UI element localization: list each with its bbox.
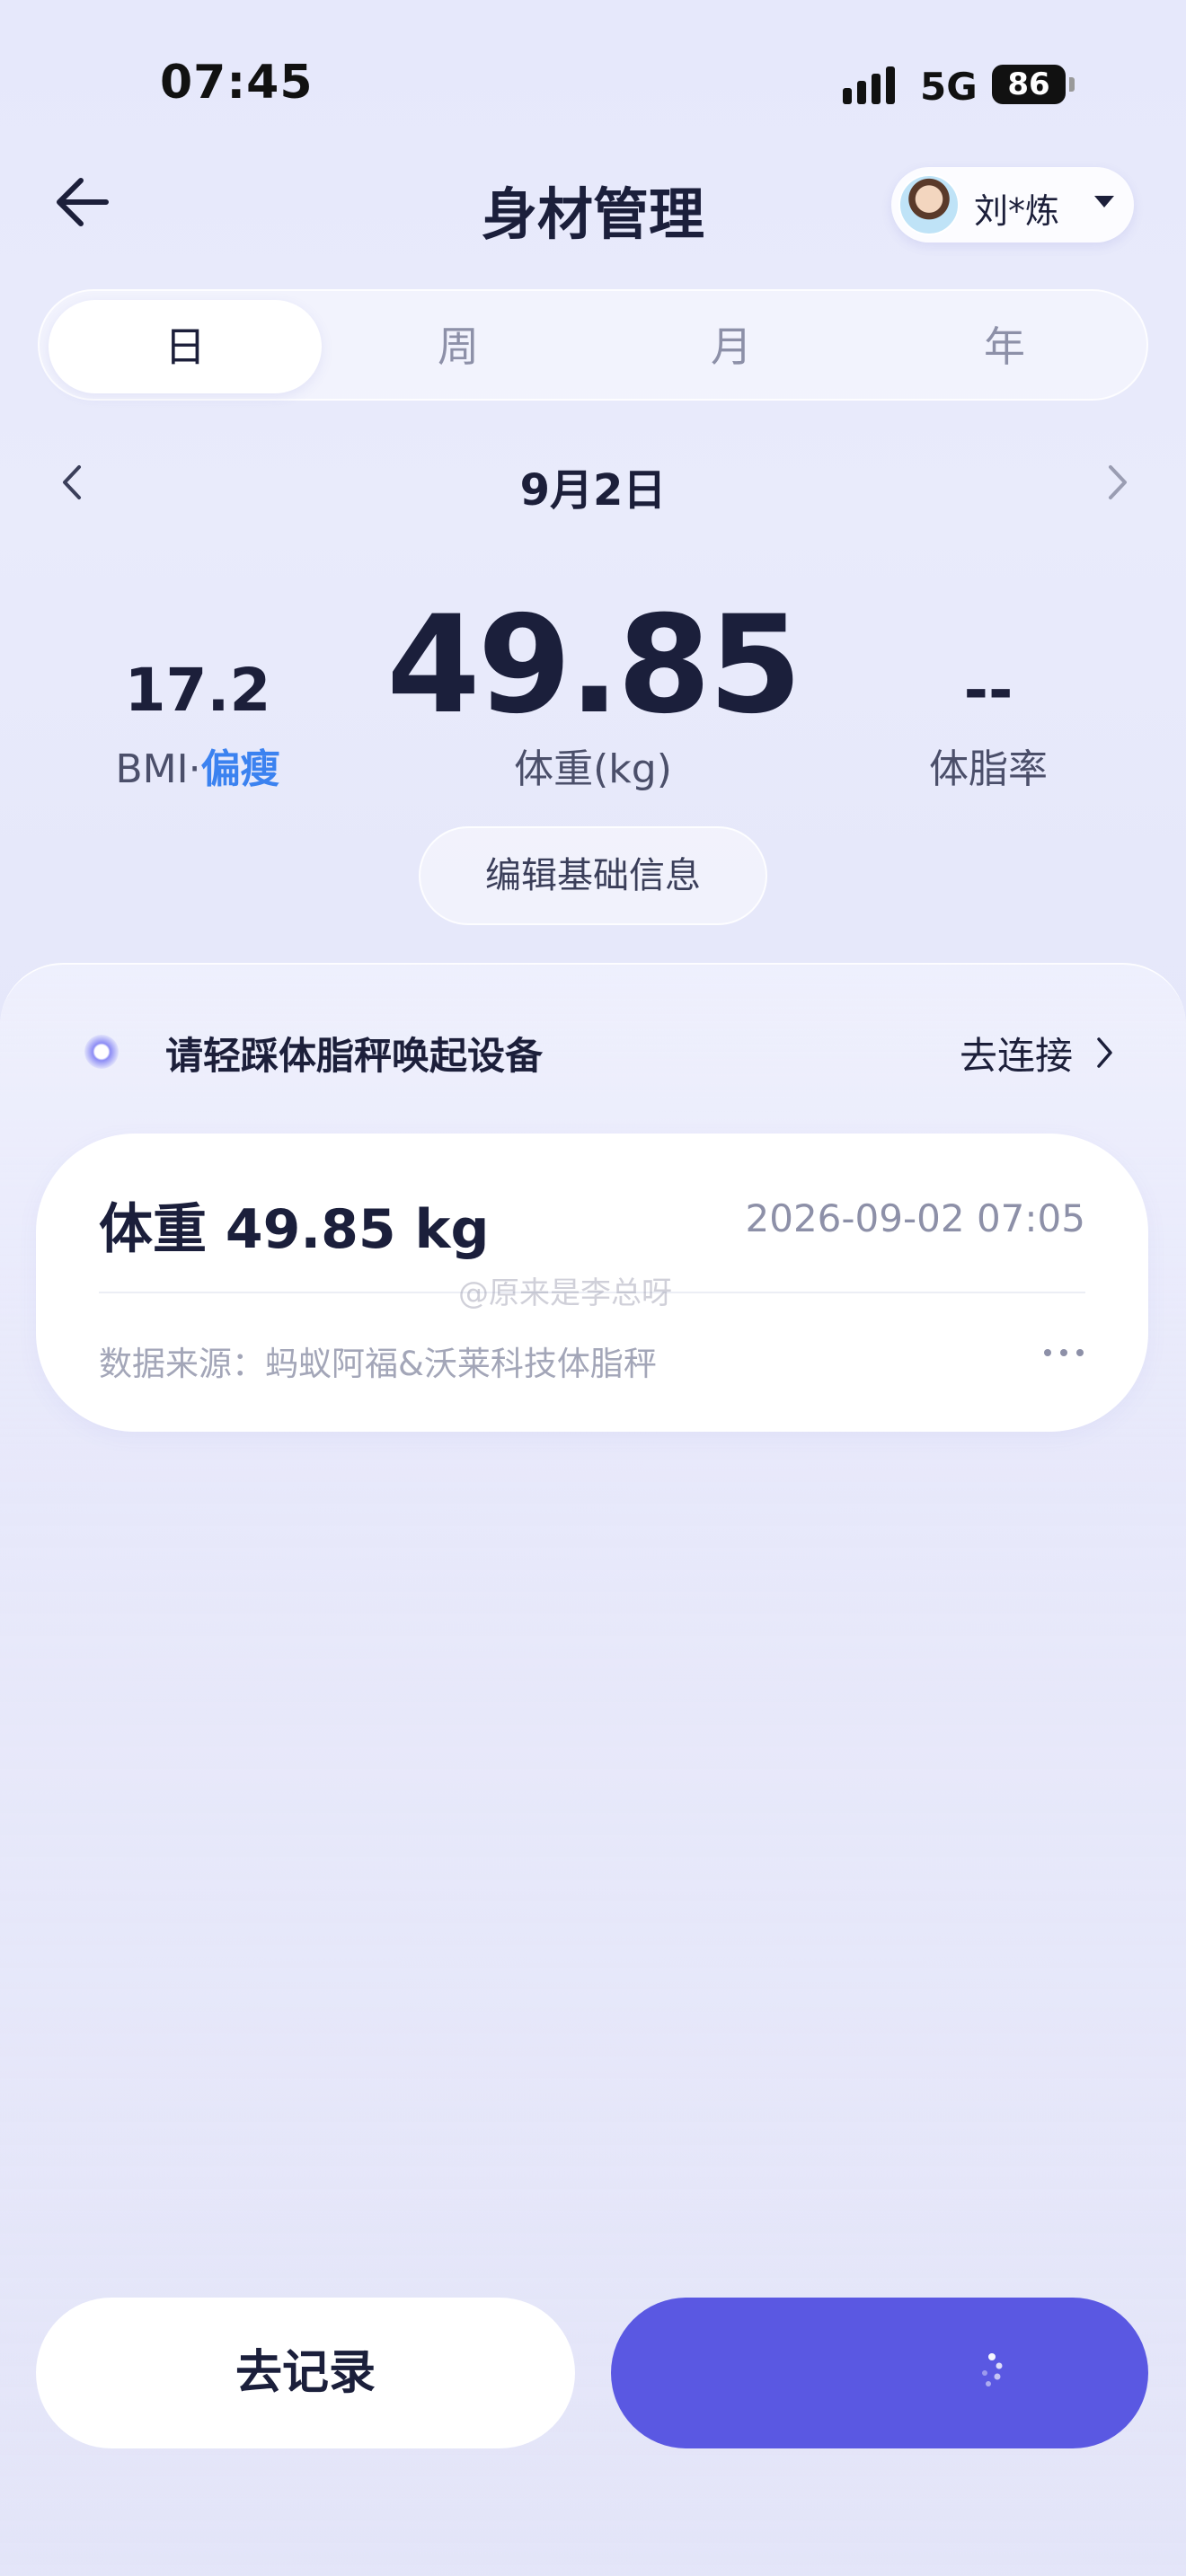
record-source: 数据来源：蚂蚁阿福&沃莱科技体脂秤 [99, 1345, 657, 1383]
tab-month[interactable]: 月 [595, 300, 868, 393]
watermark: @原来是李总呀 [458, 1275, 672, 1311]
battery-icon: 86 [992, 65, 1066, 104]
user-name: 刘*炼 [974, 191, 1060, 231]
connect-link[interactable]: 去连接 [960, 1026, 1073, 1081]
signal-icon [843, 66, 900, 104]
network-type: 5G [920, 65, 978, 109]
primary-action-button[interactable] [611, 2298, 1148, 2448]
device-pulse-icon [84, 1035, 119, 1069]
current-date: 9月2日 [519, 465, 667, 516]
tab-year[interactable]: 年 [868, 300, 1141, 393]
device-hint: 请轻踩体脂秤唤起设备 [165, 1034, 544, 1078]
caret-down-icon [1094, 196, 1114, 207]
tab-day[interactable]: 日 [49, 300, 322, 393]
edit-basic-info-button[interactable]: 编辑基础信息 [419, 826, 767, 925]
chevron-right-icon[interactable] [1094, 1035, 1116, 1071]
period-tabs: 日 周 月 年 [38, 289, 1148, 401]
body-fat-value: -- [963, 656, 1013, 725]
record-weight: 体重 49.85 kg [99, 1198, 490, 1261]
status-bar: 07:45 5G 86 [0, 0, 1186, 171]
tab-week[interactable]: 周 [322, 300, 595, 393]
more-icon[interactable] [1044, 1345, 1084, 1360]
body-fat-label: 体脂率 [929, 746, 1048, 792]
battery-tip [1069, 77, 1075, 92]
battery-level: 86 [1007, 66, 1050, 102]
avatar [898, 174, 960, 235]
go-record-button[interactable]: 去记录 [36, 2298, 575, 2448]
chevron-right-icon [1109, 465, 1127, 499]
status-time: 07:45 [160, 56, 314, 110]
next-date-button[interactable] [1100, 460, 1136, 505]
loading-spinner-icon [982, 2353, 1003, 2386]
record-time: 2026-09-02 07:05 [745, 1196, 1085, 1240]
user-switcher[interactable]: 刘*炼 [891, 167, 1134, 243]
